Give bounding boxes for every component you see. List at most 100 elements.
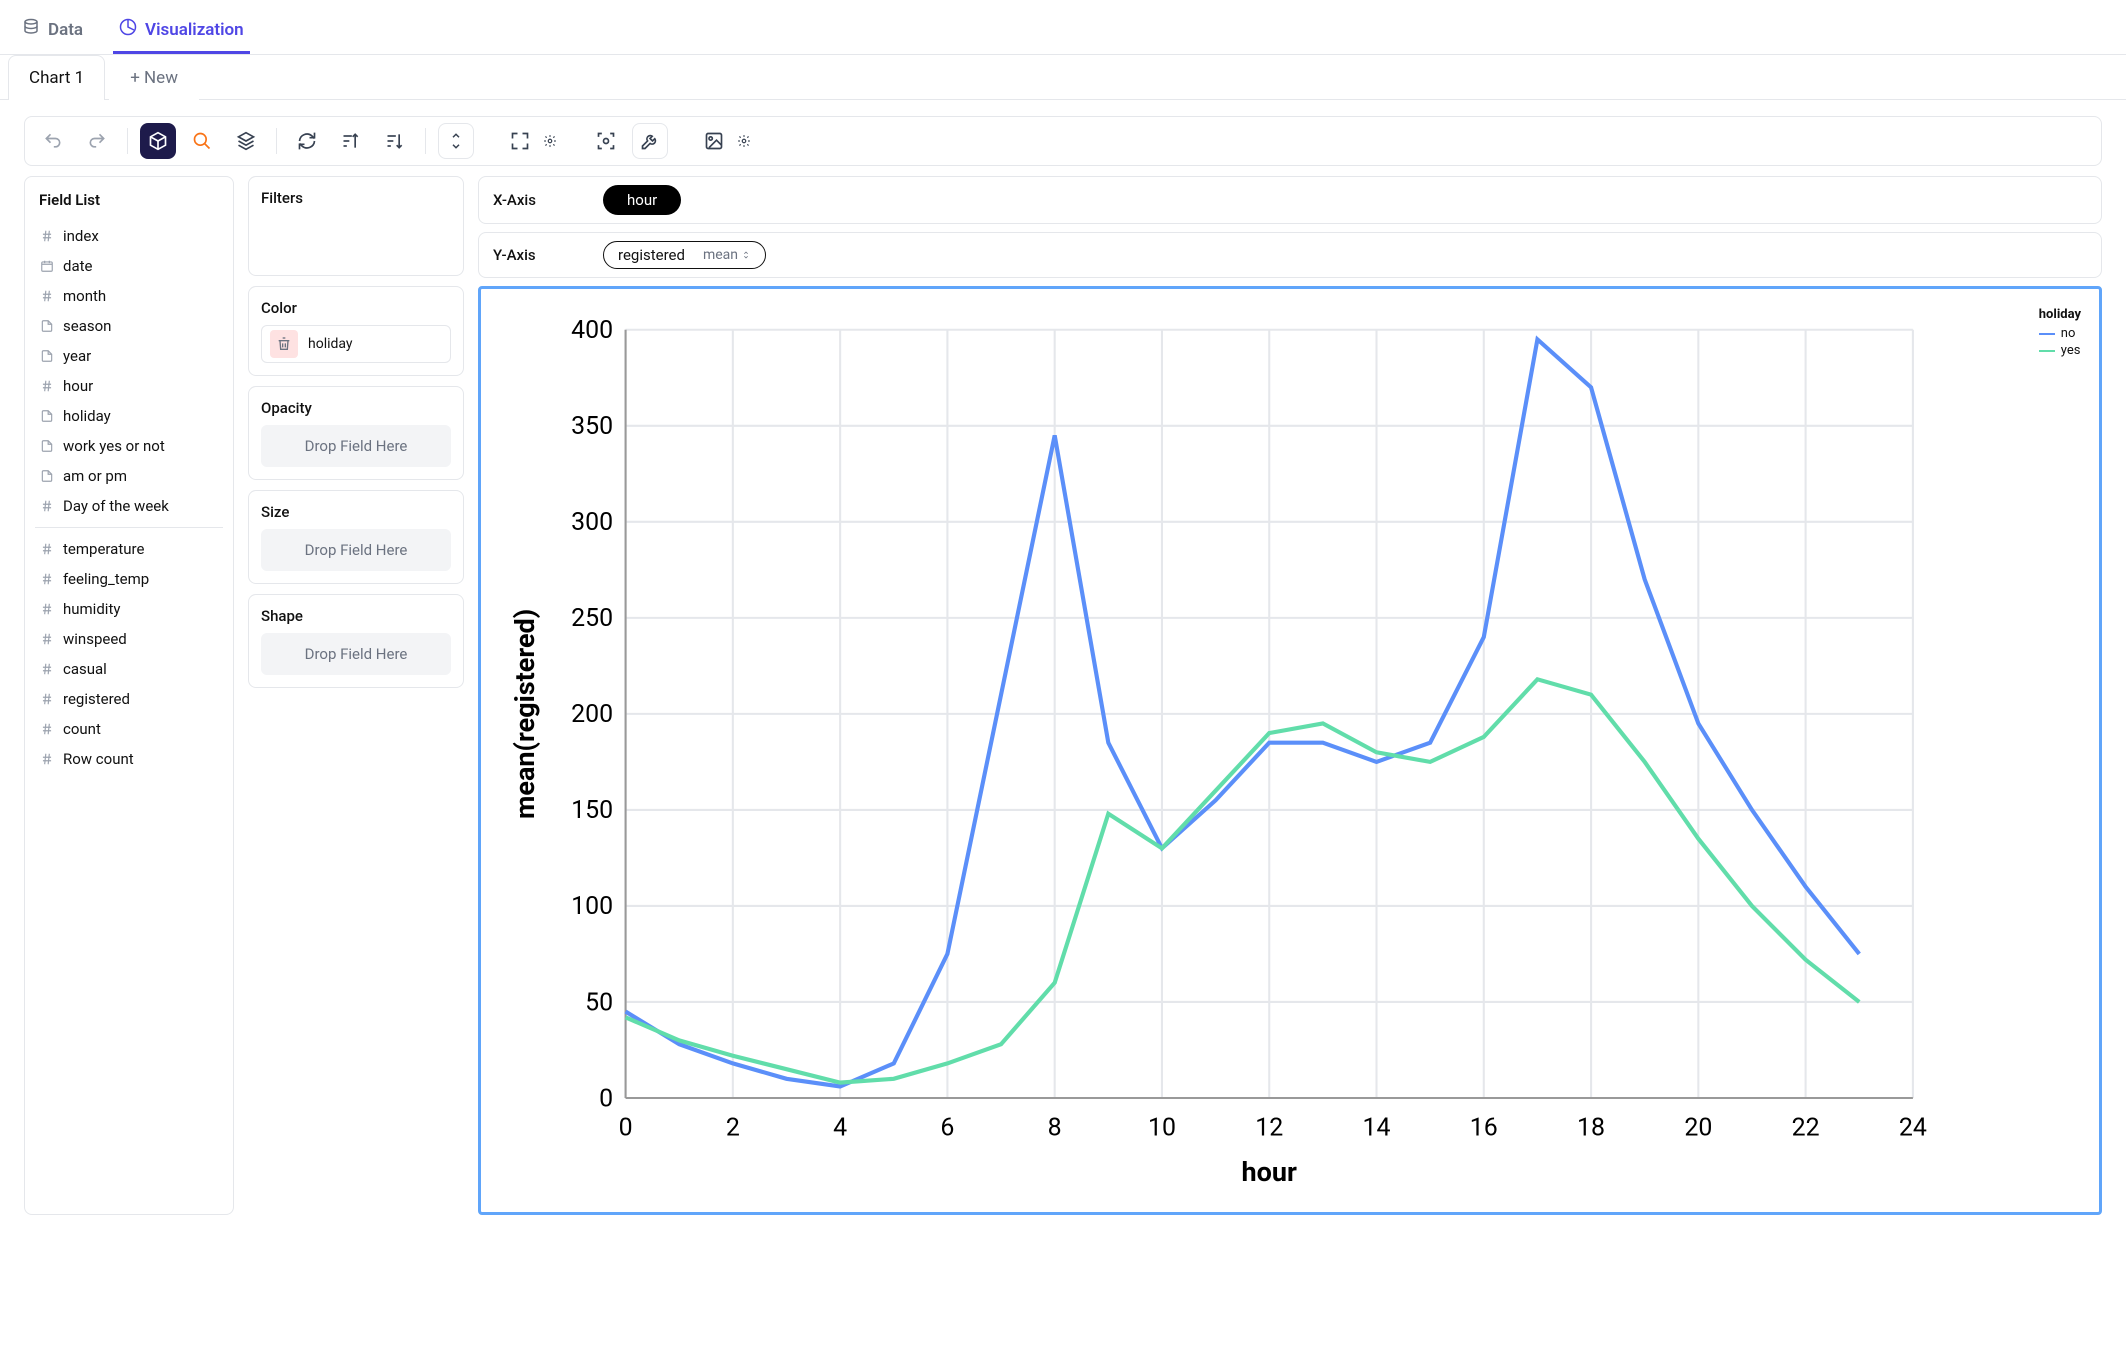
image-icon[interactable]	[696, 123, 732, 159]
field-item[interactable]: casual	[35, 654, 223, 684]
gear-small-icon[interactable]	[540, 123, 560, 159]
field-label: date	[63, 257, 92, 275]
expand-y-icon[interactable]	[438, 123, 474, 159]
hash-icon	[39, 498, 55, 514]
field-item[interactable]: winspeed	[35, 624, 223, 654]
hash-icon	[39, 541, 55, 557]
svg-text:20: 20	[1684, 1113, 1712, 1142]
x-axis-label: X-Axis	[493, 191, 563, 209]
toolbar-divider	[276, 128, 277, 154]
field-item[interactable]: holiday	[35, 401, 223, 431]
chart-tab-new[interactable]: + New	[109, 55, 199, 100]
scan-icon[interactable]	[588, 123, 624, 159]
size-shelf[interactable]: Size Drop Field Here	[248, 490, 464, 584]
field-item[interactable]: month	[35, 281, 223, 311]
svg-text:16: 16	[1470, 1113, 1498, 1142]
redo-button[interactable]	[79, 123, 115, 159]
opacity-drop[interactable]: Drop Field Here	[261, 425, 451, 467]
chart-col: X-Axis hour Y-Axis registered mean holid…	[478, 176, 2102, 1215]
svg-text:hour: hour	[1242, 1156, 1297, 1188]
opacity-shelf[interactable]: Opacity Drop Field Here	[248, 386, 464, 480]
field-item[interactable]: count	[35, 714, 223, 744]
chart-tabs: Chart 1 + New	[0, 55, 2126, 100]
field-label: holiday	[63, 407, 111, 425]
field-item[interactable]: hour	[35, 371, 223, 401]
cube-icon[interactable]	[140, 123, 176, 159]
color-pill-label: holiday	[308, 336, 353, 352]
hash-icon	[39, 571, 55, 587]
database-icon	[22, 18, 40, 41]
hash-icon	[39, 751, 55, 767]
y-axis-shelf: Y-Axis registered mean	[478, 232, 2102, 278]
field-label: hour	[63, 377, 93, 395]
shape-shelf[interactable]: Shape Drop Field Here	[248, 594, 464, 688]
tab-data-label: Data	[48, 20, 83, 40]
layers-icon[interactable]	[228, 123, 264, 159]
svg-text:350: 350	[571, 412, 613, 441]
hash-icon	[39, 721, 55, 737]
field-item[interactable]: Row count	[35, 744, 223, 774]
sort-desc-icon[interactable]	[377, 123, 413, 159]
field-item[interactable]: registered	[35, 684, 223, 714]
doc-icon	[39, 318, 55, 334]
svg-text:400: 400	[571, 316, 613, 345]
field-item[interactable]: am or pm	[35, 461, 223, 491]
field-label: Row count	[63, 750, 134, 768]
field-item[interactable]: date	[35, 251, 223, 281]
undo-button[interactable]	[35, 123, 71, 159]
field-label: registered	[63, 690, 130, 708]
refresh-icon[interactable]	[289, 123, 325, 159]
shape-drop[interactable]: Drop Field Here	[261, 633, 451, 675]
search-icon[interactable]	[184, 123, 220, 159]
svg-text:4: 4	[833, 1113, 847, 1142]
tab-visualization[interactable]: Visualization	[113, 8, 250, 54]
chart-canvas[interactable]: holiday noyes 05010015020025030035040002…	[478, 286, 2102, 1215]
field-item[interactable]: season	[35, 311, 223, 341]
hash-icon	[39, 228, 55, 244]
field-label: Day of the week	[63, 497, 169, 515]
wrench-icon[interactable]	[632, 123, 668, 159]
gear-icon[interactable]	[734, 123, 754, 159]
filters-shelf[interactable]: Filters	[248, 176, 464, 276]
svg-text:6: 6	[940, 1113, 954, 1142]
top-tabs: Data Visualization	[0, 0, 2126, 55]
encodings-panel: Filters Color holiday Opacity Drop Field…	[248, 176, 464, 1215]
field-item[interactable]: temperature	[35, 534, 223, 564]
pie-icon	[119, 18, 137, 41]
field-item[interactable]: work yes or not	[35, 431, 223, 461]
svg-text:22: 22	[1792, 1113, 1820, 1142]
field-item[interactable]: index	[35, 221, 223, 251]
color-shelf[interactable]: Color holiday	[248, 286, 464, 376]
trash-icon[interactable]	[270, 330, 298, 358]
x-axis-pill[interactable]: hour	[603, 185, 681, 215]
size-drop[interactable]: Drop Field Here	[261, 529, 451, 571]
svg-text:150: 150	[571, 796, 613, 825]
svg-text:200: 200	[571, 700, 613, 729]
field-label: am or pm	[63, 467, 127, 485]
field-label: casual	[63, 660, 107, 678]
doc-icon	[39, 468, 55, 484]
field-item[interactable]: Day of the week	[35, 491, 223, 521]
fullscreen-icon[interactable]	[502, 123, 538, 159]
legend-title: holiday	[2039, 307, 2081, 322]
svg-text:8: 8	[1048, 1113, 1062, 1142]
hash-icon	[39, 288, 55, 304]
hash-icon	[39, 601, 55, 617]
hash-icon	[39, 661, 55, 677]
sort-asc-icon[interactable]	[333, 123, 369, 159]
color-pill[interactable]: holiday	[261, 325, 451, 363]
field-label: month	[63, 287, 106, 305]
field-item[interactable]: humidity	[35, 594, 223, 624]
field-item[interactable]: year	[35, 341, 223, 371]
toolbar-divider	[425, 128, 426, 154]
y-axis-pill[interactable]: registered mean	[603, 241, 766, 269]
svg-text:14: 14	[1363, 1113, 1391, 1142]
chart-tab-1[interactable]: Chart 1	[8, 55, 105, 100]
svg-text:100: 100	[571, 892, 613, 921]
field-item[interactable]: feeling_temp	[35, 564, 223, 594]
field-label: year	[63, 347, 91, 365]
field-label: season	[63, 317, 111, 335]
main-body: Field List indexdatemonthseasonyearhourh…	[0, 176, 2126, 1239]
tab-data[interactable]: Data	[16, 8, 89, 54]
toolbar-divider	[127, 128, 128, 154]
